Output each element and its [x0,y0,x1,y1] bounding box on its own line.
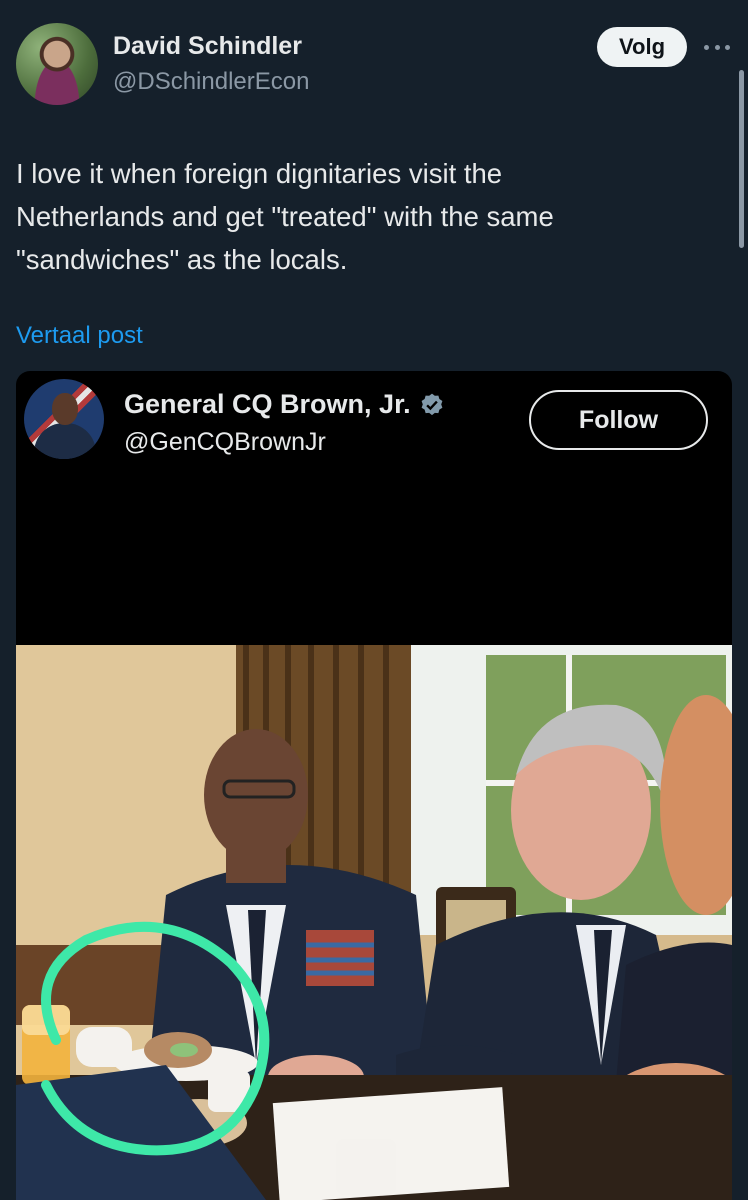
embedded-author-avatar [24,379,104,459]
author-name[interactable]: David Schindler [113,32,302,61]
embedded-photo [16,645,732,1200]
verified-badge-icon [421,393,442,415]
author-avatar[interactable] [16,23,98,105]
embedded-author-handle: @GenCQBrownJr [124,428,326,456]
scrollbar[interactable] [739,70,744,248]
more-horizontal-icon[interactable] [704,34,730,60]
follow-button[interactable]: Volg [597,27,687,67]
embedded-media[interactable]: General CQ Brown, Jr. @GenCQBrownJr Foll… [16,371,732,1200]
embedded-author-name-row: General CQ Brown, Jr. [124,389,445,420]
embedded-follow-button: Follow [529,390,708,450]
translate-post-link[interactable]: Vertaal post [16,322,143,350]
embedded-author-name: General CQ Brown, Jr. [124,389,411,419]
tweet-text: I love it when foreign dignitaries visit… [16,158,554,275]
author-handle[interactable]: @DSchindlerEcon [113,68,309,96]
